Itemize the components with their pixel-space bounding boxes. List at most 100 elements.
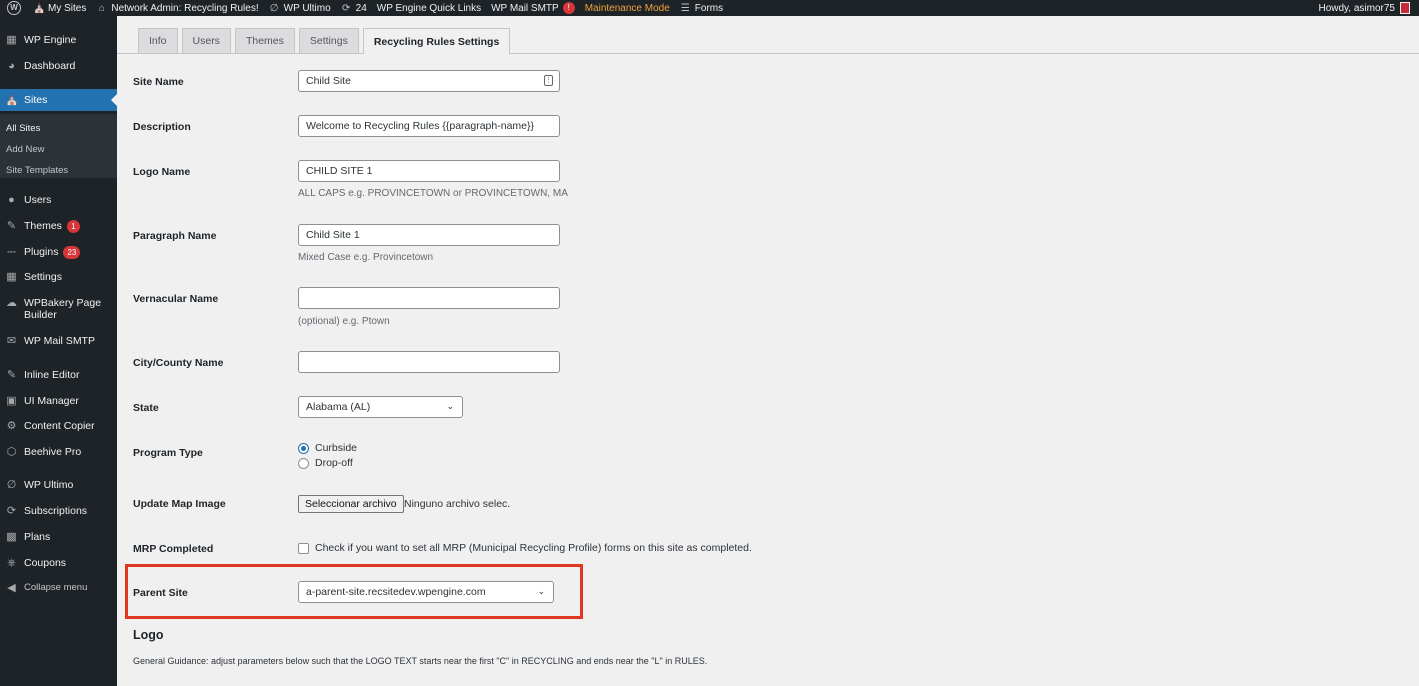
- dropoff-label: Drop-off: [315, 457, 353, 469]
- sidebar-item-coupons[interactable]: ⎈ Coupons: [0, 557, 117, 570]
- vernacular-name-label: Vernacular Name: [133, 293, 219, 305]
- sidebar-item-ui-manager[interactable]: ▣ UI Manager: [0, 395, 117, 408]
- site-name-value: Child Site: [306, 75, 351, 87]
- network-admin-label: Network Admin: Recycling Rules!: [111, 2, 259, 14]
- sidebar-item-label: Collapse menu: [24, 582, 88, 593]
- sidebar-item-label: UI Manager: [24, 395, 79, 407]
- wp-ultimo-menu[interactable]: ∅ WP Ultimo: [264, 0, 336, 16]
- account-menu[interactable]: Howdy, asimor75: [1313, 0, 1419, 16]
- tab-users[interactable]: Users: [181, 28, 231, 53]
- program-type-curbside-radio[interactable]: Curbside: [298, 442, 357, 454]
- sidebar-item-content-copier[interactable]: ⚙ Content Copier: [0, 420, 117, 433]
- sites-submenu: All Sites Add New Site Templates: [0, 114, 117, 178]
- forms-label: Forms: [694, 2, 724, 14]
- sidebar-item-plans[interactable]: ▩ Plans: [0, 531, 117, 544]
- site-name-input[interactable]: Child Site ⋮: [298, 70, 560, 92]
- autofill-key-icon[interactable]: ⋮: [544, 75, 553, 86]
- dashboard-icon: ◕: [8, 60, 15, 72]
- wordpress-menu[interactable]: W: [0, 0, 28, 16]
- updates-menu[interactable]: ⟳ 24: [336, 0, 372, 16]
- sidebar-item-themes[interactable]: ✎ Themes 1: [0, 220, 117, 233]
- paragraph-name-help: Mixed Case e.g. Provincetown: [298, 252, 434, 263]
- logo-name-input[interactable]: CHILD SITE 1: [298, 160, 560, 182]
- parent-site-select[interactable]: a-parent-site.recsitedev.wpengine.com ⌄: [298, 581, 554, 603]
- submenu-item-site-templates[interactable]: Site Templates: [6, 165, 68, 176]
- paragraph-name-value: Child Site 1: [306, 229, 360, 241]
- my-sites-menu[interactable]: ⛪ My Sites: [28, 0, 91, 16]
- maintenance-mode-label: Maintenance Mode: [584, 2, 670, 14]
- vernacular-name-input[interactable]: [298, 287, 560, 309]
- tab-themes[interactable]: Themes: [234, 28, 295, 53]
- sidebar-item-label-2: Builder: [24, 309, 57, 321]
- description-input[interactable]: Welcome to Recycling Rules {{paragraph-n…: [298, 115, 560, 137]
- program-type-label: Program Type: [133, 447, 203, 459]
- tab-recycling-rules-settings[interactable]: Recycling Rules Settings: [362, 28, 511, 54]
- forms-menu[interactable]: ☰ Forms: [675, 0, 728, 16]
- beehive-icon: ⬡: [6, 446, 17, 458]
- state-select[interactable]: Alabama (AL) ⌄: [298, 396, 463, 418]
- sidebar-item-label: Beehive Pro: [24, 446, 82, 458]
- program-type-dropoff-radio[interactable]: Drop-off: [298, 457, 353, 469]
- sidebar-item-wpbakery[interactable]: ☁ WPBakery Page Builder: [0, 297, 117, 321]
- maintenance-mode-menu[interactable]: Maintenance Mode: [580, 0, 675, 16]
- mrp-completed-label: MRP Completed: [133, 543, 214, 555]
- map-image-label: Update Map Image: [133, 498, 226, 510]
- paragraph-name-label: Paragraph Name: [133, 230, 217, 242]
- pencil-icon: ✎: [6, 369, 17, 381]
- alert-badge: !: [562, 2, 575, 14]
- plans-icon: ▩: [6, 531, 17, 543]
- submenu-item-all-sites[interactable]: All Sites: [6, 123, 40, 134]
- sidebar-item-wp-engine[interactable]: ▦ WP Engine: [0, 34, 117, 47]
- sidebar-collapse-menu[interactable]: ◀ Collapse menu: [0, 582, 117, 595]
- logo-name-help: ALL CAPS e.g. PROVINCETOWN or PROVINCETO…: [298, 188, 568, 199]
- radio-unchecked-icon[interactable]: [298, 457, 309, 469]
- city-county-input[interactable]: [298, 351, 560, 373]
- sidebar-item-label: Content Copier: [24, 420, 95, 432]
- state-value: Alabama (AL): [306, 401, 371, 413]
- themes-icon: ✎: [6, 220, 17, 232]
- wp-ultimo-icon: ∅: [6, 479, 17, 491]
- description-label: Description: [133, 121, 191, 133]
- wordpress-logo-icon: W: [7, 1, 21, 15]
- paragraph-name-input[interactable]: Child Site 1: [298, 224, 560, 246]
- radio-checked-icon[interactable]: [298, 442, 309, 454]
- wp-ultimo-label: WP Ultimo: [283, 2, 331, 14]
- tab-info[interactable]: Info: [138, 28, 178, 53]
- updates-count: 24: [355, 2, 367, 14]
- wp-mail-smtp-label: WP Mail SMTP: [491, 2, 559, 14]
- wp-engine-quick-links-menu[interactable]: WP Engine Quick Links: [372, 0, 486, 16]
- tab-settings[interactable]: Settings: [298, 28, 359, 53]
- chevron-down-icon: ⌄: [537, 586, 545, 596]
- choose-file-button[interactable]: Seleccionar archivo: [298, 495, 404, 513]
- logo-name-value: CHILD SITE 1: [306, 165, 373, 177]
- site-tabs: Info Users Themes Settings Recycling Rul…: [138, 28, 514, 54]
- themes-update-count: 1: [66, 220, 80, 233]
- description-value: Welcome to Recycling Rules {{paragraph-n…: [306, 120, 535, 132]
- logo-section-title: Logo: [133, 628, 164, 642]
- sidebar-item-label: Coupons: [24, 557, 67, 569]
- admin-sidebar: ▦ WP Engine ◕ Dashboard ⛪ Sites All Sites A…: [0, 16, 117, 686]
- logo-name-label: Logo Name: [133, 166, 191, 178]
- sidebar-item-label: Themes: [24, 220, 62, 232]
- sidebar-item-sites[interactable]: ⛪ Sites: [0, 89, 117, 111]
- sidebar-item-inline-editor[interactable]: ✎ Inline Editor: [0, 369, 117, 382]
- sidebar-item-users[interactable]: ● Users: [0, 194, 117, 207]
- network-admin-menu[interactable]: ⌂ Network Admin: Recycling Rules!: [91, 0, 263, 16]
- grid-icon: ▦: [6, 34, 17, 46]
- sidebar-item-beehive-pro[interactable]: ⬡ Beehive Pro: [0, 446, 117, 459]
- sidebar-item-plugins[interactable]: ⎓ Plugins 23: [0, 246, 117, 259]
- sidebar-item-settings[interactable]: ▦ Settings: [0, 271, 117, 284]
- gear-icon: ⚙: [6, 420, 17, 432]
- refresh-icon: ⟳: [6, 505, 17, 517]
- coupons-icon: ⎈: [7, 557, 16, 569]
- sidebar-item-label: WP Mail SMTP: [24, 335, 95, 347]
- submenu-item-add-new[interactable]: Add New: [6, 144, 45, 155]
- sidebar-item-dashboard[interactable]: ◕ Dashboard: [0, 60, 117, 73]
- mrp-completed-checkbox[interactable]: [298, 543, 309, 554]
- plugins-icon: ⎓: [7, 246, 16, 258]
- sidebar-item-wp-mail-smtp[interactable]: ✉ WP Mail SMTP: [0, 335, 117, 348]
- wp-mail-smtp-menu[interactable]: WP Mail SMTP!: [486, 0, 580, 16]
- sidebar-item-wp-ultimo[interactable]: ∅ WP Ultimo: [0, 479, 117, 492]
- sidebar-item-label: Settings: [24, 271, 62, 283]
- sidebar-item-subscriptions[interactable]: ⟳ Subscriptions: [0, 505, 117, 518]
